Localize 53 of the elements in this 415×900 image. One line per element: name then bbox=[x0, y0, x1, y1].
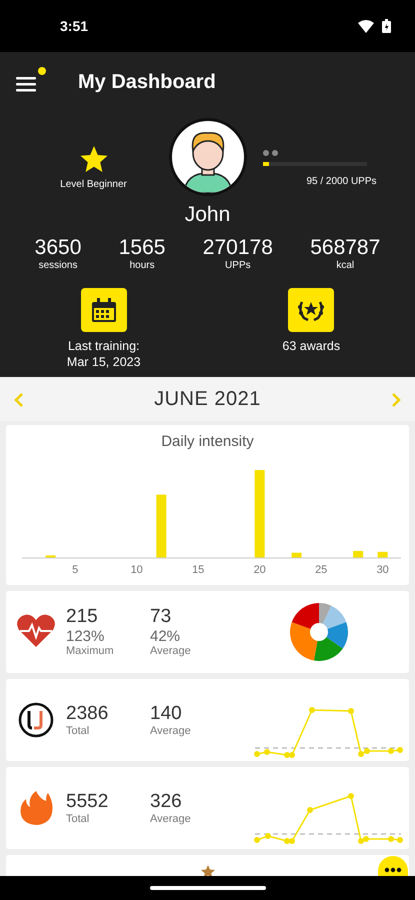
stat-label: kcal bbox=[335, 260, 356, 272]
battery-icon bbox=[382, 19, 391, 33]
metric-value: 2386 bbox=[66, 702, 110, 724]
awards-button[interactable] bbox=[288, 288, 334, 332]
metric-value: 215 bbox=[66, 606, 99, 628]
metric-percent: 123% bbox=[66, 628, 106, 645]
logo-icon bbox=[16, 701, 56, 739]
metric-value: 73 bbox=[150, 606, 172, 628]
stat-value: 1565 bbox=[118, 236, 166, 260]
axis-label: 25 bbox=[314, 564, 328, 576]
progress-label: 95 / 2000 UPPs bbox=[305, 174, 378, 188]
status-time: 3:51 bbox=[60, 16, 88, 36]
chart-bar bbox=[156, 494, 166, 558]
chart-title: Daily intensity bbox=[160, 432, 255, 452]
star-icon bbox=[200, 865, 214, 878]
chart-bar bbox=[292, 552, 302, 558]
chart-bar bbox=[353, 550, 364, 558]
stat-value: 3650 bbox=[34, 236, 82, 260]
axis-label: 5 bbox=[71, 564, 80, 576]
shortcut-label: 63 awards bbox=[281, 338, 342, 354]
metric-label: Average bbox=[150, 724, 192, 738]
more-icon bbox=[384, 867, 402, 873]
axis-label: 20 bbox=[252, 564, 267, 576]
chart-bar bbox=[378, 551, 388, 558]
axis-label: 30 bbox=[376, 564, 390, 576]
metric-percent: 42% bbox=[150, 628, 182, 645]
metric-value: 5552 bbox=[66, 790, 110, 812]
calendar-button[interactable] bbox=[80, 288, 127, 332]
axis-label: 10 bbox=[130, 564, 144, 576]
wifi-icon bbox=[358, 20, 374, 32]
metric-value: 326 bbox=[150, 790, 183, 812]
pager-dots bbox=[262, 150, 280, 156]
stat-label: hours bbox=[128, 260, 156, 272]
stat-label: UPPs bbox=[224, 260, 252, 272]
stat-value: 568787 bbox=[310, 236, 380, 260]
month-title: JUNE 2021 bbox=[154, 387, 261, 412]
home-handle[interactable] bbox=[150, 886, 266, 890]
stat-value: 270178 bbox=[202, 236, 273, 260]
metric-label: Total bbox=[66, 812, 90, 826]
stat-label: sessions bbox=[38, 260, 78, 272]
page-title: My Dashboard bbox=[78, 70, 216, 95]
shortcut-label: Last training: Mar 15, 2023 bbox=[66, 338, 142, 370]
metric-label: Average bbox=[150, 812, 192, 826]
donut-drawing bbox=[289, 602, 349, 662]
star-icon bbox=[80, 146, 108, 173]
user-name: John bbox=[184, 202, 232, 228]
axis-label: 15 bbox=[191, 564, 206, 576]
metric-value: 140 bbox=[150, 702, 183, 724]
metric-label: Maximum bbox=[66, 645, 115, 658]
level-label: Level Beginner bbox=[60, 178, 127, 192]
metric-label: Total bbox=[66, 724, 90, 738]
chart-bar bbox=[46, 554, 56, 558]
metric-label: Average bbox=[150, 645, 192, 658]
